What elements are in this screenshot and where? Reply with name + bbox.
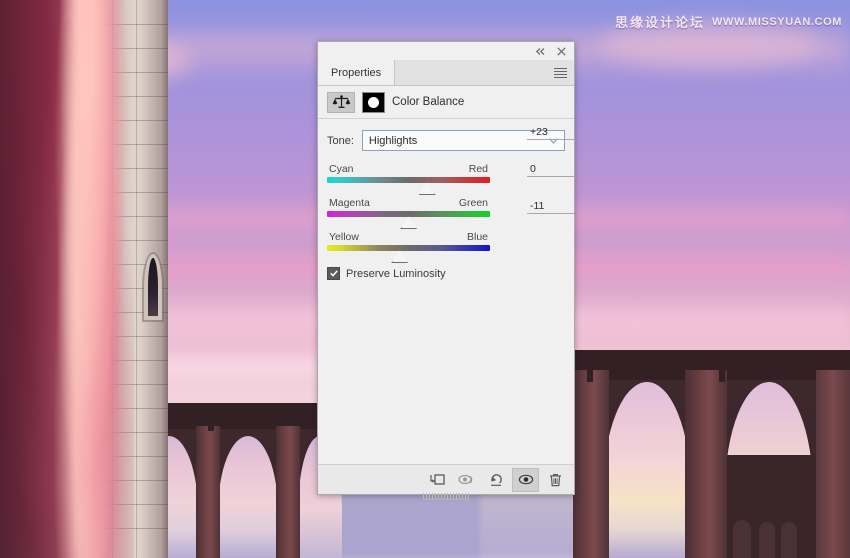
panel-resize-grip[interactable] [423, 493, 469, 500]
slider-cyan-red-right-label: Red [468, 163, 488, 175]
panel-tabstrip: Properties [318, 60, 574, 86]
close-icon[interactable] [556, 46, 567, 57]
panel-footer [318, 464, 574, 494]
aqueduct-right [573, 350, 850, 558]
slider-magenta-green-track[interactable] [327, 211, 490, 229]
preserve-luminosity-checkbox[interactable] [327, 267, 340, 280]
slider-cyan-red: Cyan Red [327, 163, 490, 195]
watermark: 思缘设计论坛 WWW.MISSYUAN.COM [615, 12, 842, 31]
slider-yellow-blue-track[interactable] [327, 245, 490, 263]
reset-button[interactable] [483, 469, 508, 491]
slider-yellow-blue-knob[interactable] [391, 250, 409, 263]
slider-magenta-green-right-label: Green [458, 197, 488, 209]
slider-yellow-blue: Yellow Blue [327, 231, 490, 263]
watermark-url: WWW.MISSYUAN.COM [712, 15, 842, 28]
double-chevron-left-icon[interactable] [535, 46, 546, 57]
watermark-chinese: 思缘设计论坛 [615, 15, 706, 30]
preserve-luminosity-row[interactable]: Preserve Luminosity [327, 267, 565, 280]
preserve-luminosity-label: Preserve Luminosity [346, 267, 446, 280]
slider-cyan-red-knob[interactable] [418, 182, 436, 195]
panel-menu-icon[interactable] [554, 67, 567, 78]
screenshot-canvas: 思缘设计论坛 WWW.MISSYUAN.COM Properties Color… [0, 0, 850, 558]
small-arch [759, 522, 775, 558]
slider-yellow-blue-right-label: Blue [466, 231, 488, 243]
value-field-magenta-green[interactable]: 0 [527, 163, 574, 177]
panel-body: Tone: Highlights Cyan Red Magenta Green … [318, 119, 574, 464]
slider-magenta-green-knob[interactable] [400, 216, 417, 229]
slider-cyan-red-track[interactable] [327, 177, 490, 195]
castle-tower [0, 0, 168, 558]
view-previous-state-button[interactable] [454, 469, 479, 491]
value-field-yellow-blue[interactable]: -11 [527, 200, 574, 214]
clip-to-layer-button[interactable] [425, 469, 450, 491]
small-arch [781, 522, 797, 558]
slider-yellow-blue-left-label: Yellow [329, 231, 359, 243]
slider-cyan-red-left-label: Cyan [329, 163, 354, 175]
tone-select-value: Highlights [368, 134, 418, 147]
panel-titlebar[interactable] [318, 42, 574, 60]
properties-panel: Properties Color Balance Tone: Highlight… [317, 41, 575, 500]
tab-properties[interactable]: Properties [318, 60, 396, 85]
adjustment-header: Color Balance [318, 86, 574, 119]
layer-mask-thumbnail[interactable] [362, 91, 385, 113]
tower-shading [0, 0, 168, 558]
tab-properties-label: Properties [331, 66, 382, 79]
slider-magenta-green: Magenta Green [327, 197, 490, 229]
adjustment-title: Color Balance [392, 96, 465, 108]
value-field-cyan-red[interactable]: +23 [527, 126, 574, 140]
delete-adjustment-button[interactable] [543, 469, 568, 491]
slider-magenta-green-left-label: Magenta [329, 197, 370, 209]
small-arch [733, 520, 751, 558]
toggle-visibility-button[interactable] [512, 467, 539, 492]
tone-label: Tone: [327, 134, 354, 147]
color-balance-scales-icon[interactable] [327, 91, 355, 113]
